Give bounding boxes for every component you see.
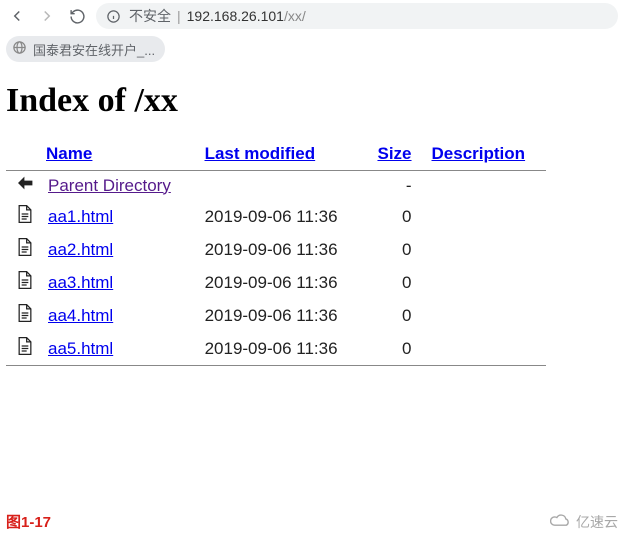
address-bar[interactable]: 不安全 | 192.168.26.101/xx/	[96, 3, 618, 29]
parent-dir-link[interactable]: Parent Directory	[48, 176, 171, 195]
file-link[interactable]: aa5.html	[48, 339, 113, 358]
parent-size: -	[362, 171, 421, 200]
page-title: Index of /xx	[6, 82, 618, 120]
file-desc	[422, 200, 546, 233]
file-desc	[422, 266, 546, 299]
reload-button[interactable]	[66, 5, 88, 27]
insecure-label: 不安全	[129, 6, 171, 26]
forward-button[interactable]	[36, 5, 58, 27]
table-row: aa4.html 2019-09-06 11:360	[6, 299, 546, 332]
bookmarks-bar: 国泰君安在线开户_...	[0, 32, 624, 66]
file-modified: 2019-09-06 11:36	[195, 233, 363, 266]
file-modified: 2019-09-06 11:36	[195, 332, 363, 366]
file-modified: 2019-09-06 11:36	[195, 200, 363, 233]
back-button[interactable]	[6, 5, 28, 27]
address-divider: |	[177, 8, 181, 24]
directory-listing: Name Last modified Size Description Pare…	[6, 138, 546, 366]
watermark: 亿速云	[550, 512, 618, 532]
globe-icon	[12, 40, 27, 58]
file-icon	[6, 332, 38, 366]
file-link[interactable]: aa2.html	[48, 240, 113, 259]
url-text: 192.168.26.101/xx/	[187, 8, 306, 24]
file-icon	[6, 200, 38, 233]
col-modified: Last modified	[195, 138, 363, 171]
watermark-text: 亿速云	[576, 512, 618, 532]
bookmark-chip[interactable]: 国泰君安在线开户_...	[6, 36, 165, 62]
browser-toolbar: 不安全 | 192.168.26.101/xx/	[0, 0, 624, 32]
sort-modified-link[interactable]: Last modified	[205, 144, 316, 163]
col-description: Description	[422, 138, 546, 171]
sort-size-link[interactable]: Size	[377, 144, 411, 163]
figure-label: 图1-17	[6, 511, 51, 532]
footer-separator	[6, 366, 546, 367]
page-content: Index of /xx Name Last modified Size Des…	[0, 66, 624, 366]
file-size: 0	[362, 233, 421, 266]
file-desc	[422, 233, 546, 266]
parent-modified	[195, 171, 363, 200]
file-icon	[6, 299, 38, 332]
col-name: Name	[6, 138, 195, 171]
file-size: 0	[362, 299, 421, 332]
sort-name-link[interactable]: Name	[46, 144, 92, 163]
url-host: 192.168.26.101	[187, 8, 284, 24]
parent-dir-row: Parent Directory -	[6, 171, 546, 200]
file-link[interactable]: aa4.html	[48, 306, 113, 325]
back-arrow-icon	[6, 171, 38, 200]
file-desc	[422, 332, 546, 366]
col-size: Size	[362, 138, 421, 171]
file-icon	[6, 266, 38, 299]
parent-desc	[422, 171, 546, 200]
file-size: 0	[362, 332, 421, 366]
sort-description-link[interactable]: Description	[432, 144, 526, 163]
file-modified: 2019-09-06 11:36	[195, 266, 363, 299]
table-row: aa3.html 2019-09-06 11:360	[6, 266, 546, 299]
bookmark-label: 国泰君安在线开户_...	[33, 40, 155, 59]
file-link[interactable]: aa3.html	[48, 273, 113, 292]
table-row: aa5.html 2019-09-06 11:360	[6, 332, 546, 366]
table-row: aa2.html 2019-09-06 11:360	[6, 233, 546, 266]
cloud-icon	[550, 514, 572, 531]
table-row: aa1.html 2019-09-06 11:360	[6, 200, 546, 233]
file-icon	[6, 233, 38, 266]
file-link[interactable]: aa1.html	[48, 207, 113, 226]
url-path: /xx/	[284, 8, 306, 24]
header-row: Name Last modified Size Description	[6, 138, 546, 171]
file-size: 0	[362, 266, 421, 299]
info-icon	[106, 9, 121, 24]
file-size: 0	[362, 200, 421, 233]
file-modified: 2019-09-06 11:36	[195, 299, 363, 332]
file-desc	[422, 299, 546, 332]
